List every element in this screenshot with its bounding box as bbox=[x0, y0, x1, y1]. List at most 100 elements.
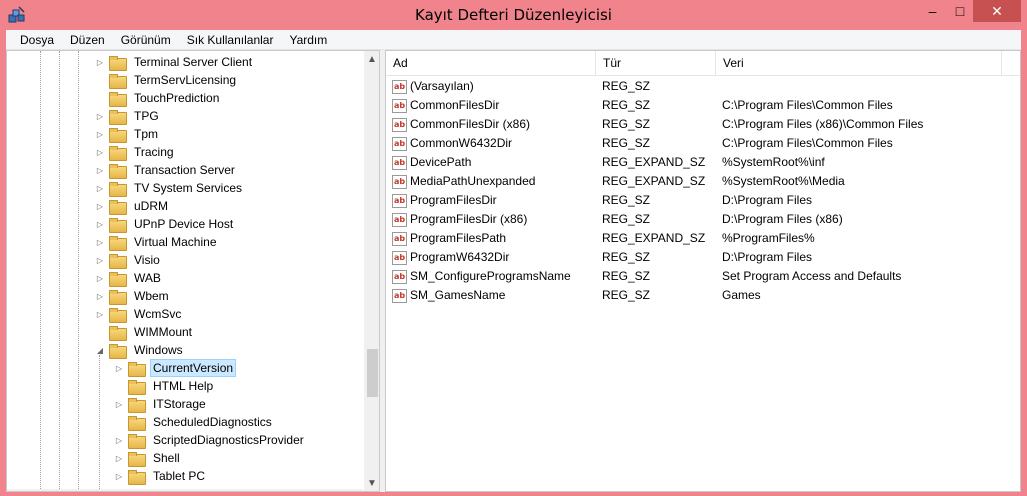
expand-arrow-icon[interactable]: ▷ bbox=[114, 449, 124, 467]
value-row[interactable]: ab CommonFilesDir (x86) REG_SZ C:\Program F… bbox=[386, 115, 1002, 134]
value-type: REG_SZ bbox=[602, 288, 651, 302]
tree-horizontal-scrollbar[interactable] bbox=[7, 489, 363, 491]
tree-item[interactable]: ▷ UPnP Device Host bbox=[95, 215, 236, 233]
menu-yardim[interactable]: Yardım bbox=[281, 30, 335, 50]
folder-icon bbox=[109, 163, 127, 179]
value-row[interactable]: ab ProgramFilesDir (x86) REG_SZ D:\Program … bbox=[386, 210, 1002, 229]
value-name: SM_GamesName bbox=[410, 288, 506, 302]
value-row[interactable]: ab SM_ConfigureProgramsName REG_SZ Set Prog… bbox=[386, 267, 1002, 286]
tree-item[interactable]: ▷ Tracing bbox=[95, 143, 177, 161]
column-header-type[interactable]: Tür bbox=[596, 51, 716, 76]
expand-arrow-icon[interactable]: ▷ bbox=[95, 305, 105, 323]
expand-arrow-icon[interactable]: ▷ bbox=[95, 251, 105, 269]
value-type: REG_SZ bbox=[602, 269, 651, 283]
expand-arrow-icon[interactable]: ▷ bbox=[95, 143, 105, 161]
tree-item[interactable]: ▷ Transaction Server bbox=[95, 161, 238, 179]
value-row[interactable]: ab ProgramW6432Dir REG_SZ D:\Program Files bbox=[386, 248, 1002, 267]
scroll-thumb[interactable] bbox=[367, 349, 378, 397]
tree-item[interactable]: ▷ Virtual Machine bbox=[95, 233, 220, 251]
tree-item-label: Wbem bbox=[134, 289, 169, 303]
tree-item[interactable]: WIMMount bbox=[95, 323, 195, 341]
tree-guide-line bbox=[59, 51, 60, 491]
tree-item[interactable]: ▷ ITStorage bbox=[114, 395, 209, 413]
value-row[interactable]: ab CommonFilesDir REG_SZ C:\Program Files\C… bbox=[386, 96, 1002, 115]
tree-item[interactable]: TouchPrediction bbox=[95, 89, 222, 107]
expand-arrow-icon[interactable]: ▷ bbox=[95, 125, 105, 143]
folder-icon bbox=[109, 325, 127, 341]
folder-icon bbox=[128, 415, 146, 431]
title-bar[interactable]: Kayıt Defteri Düzenleyicisi – □ ✕ bbox=[0, 0, 1027, 30]
menu-bar: Dosya Düzen Görünüm Sık Kullanılanlar Ya… bbox=[6, 30, 1021, 50]
expand-arrow-icon[interactable]: ▷ bbox=[95, 233, 105, 251]
value-name: ProgramFilesDir (x86) bbox=[410, 212, 528, 226]
tree-item[interactable]: ◢ Windows bbox=[95, 341, 186, 359]
expand-arrow-icon[interactable]: ▷ bbox=[95, 197, 105, 215]
collapse-arrow-icon[interactable]: ◢ bbox=[95, 341, 105, 359]
menu-gorunum[interactable]: Görünüm bbox=[113, 30, 179, 50]
tree-item-label: CurrentVersion bbox=[150, 359, 237, 377]
expand-arrow-icon[interactable]: ▷ bbox=[95, 107, 105, 125]
tree-guide-line bbox=[99, 355, 100, 491]
tree-item[interactable]: ▷ TV System Services bbox=[95, 179, 245, 197]
value-row[interactable]: ab ProgramFilesDir REG_SZ D:\Program Files bbox=[386, 191, 1002, 210]
tree-item[interactable]: ▷ Shell bbox=[114, 449, 183, 467]
tree-item[interactable]: ScheduledDiagnostics bbox=[114, 413, 275, 431]
tree-item[interactable]: ▷ Tablet PC bbox=[114, 467, 208, 485]
tree-item-label: TV System Services bbox=[134, 181, 243, 195]
value-row[interactable]: ab DevicePath REG_EXPAND_SZ %SystemRoot%\in… bbox=[386, 153, 1002, 172]
expand-arrow-icon[interactable]: ▷ bbox=[95, 269, 105, 287]
value-name-cell: ab ProgramW6432Dir bbox=[392, 248, 509, 267]
expand-arrow-icon[interactable]: ▷ bbox=[114, 395, 124, 413]
scroll-up-arrow-icon[interactable]: ▲ bbox=[364, 51, 379, 67]
string-value-icon: ab bbox=[392, 136, 407, 151]
tree-vertical-scrollbar[interactable]: ▲ ▼ bbox=[364, 51, 379, 491]
expand-arrow-icon[interactable]: ▷ bbox=[114, 431, 124, 449]
folder-icon bbox=[128, 451, 146, 467]
folder-icon bbox=[109, 253, 127, 269]
value-row[interactable]: ab ProgramFilesPath REG_EXPAND_SZ %ProgramF… bbox=[386, 229, 1002, 248]
tree-guide-line bbox=[40, 51, 41, 491]
expand-arrow-icon[interactable]: ▷ bbox=[95, 287, 105, 305]
column-header-name[interactable]: Ad bbox=[386, 51, 596, 76]
tree-item[interactable]: ▷ Visio bbox=[95, 251, 163, 269]
tree-item[interactable]: HTML Help bbox=[114, 377, 216, 395]
value-name-cell: ab MediaPathUnexpanded bbox=[392, 172, 535, 191]
value-row[interactable]: ab (Varsayılan) REG_SZ bbox=[386, 77, 1002, 96]
folder-icon bbox=[109, 73, 127, 89]
expand-arrow-icon[interactable]: ▷ bbox=[95, 215, 105, 233]
close-button[interactable]: ✕ bbox=[973, 0, 1021, 22]
expand-arrow-icon[interactable]: ▷ bbox=[114, 359, 124, 377]
tree-item[interactable]: ▷ Wbem bbox=[95, 287, 172, 305]
expand-arrow-icon[interactable]: ▷ bbox=[95, 161, 105, 179]
tree-item[interactable]: ▷ ScriptedDiagnosticsProvider bbox=[114, 431, 307, 449]
tree-item[interactable]: ▷ WAB bbox=[95, 269, 164, 287]
folder-icon bbox=[109, 91, 127, 107]
tree-item[interactable]: ▷ Tpm bbox=[95, 125, 161, 143]
string-value-icon: ab bbox=[392, 250, 407, 265]
menu-sik-kullanilanlar[interactable]: Sık Kullanılanlar bbox=[179, 30, 282, 50]
value-row[interactable]: ab SM_GamesName REG_SZ Games bbox=[386, 286, 1002, 305]
expand-arrow-icon[interactable]: ▷ bbox=[95, 53, 105, 71]
expand-arrow-icon[interactable]: ▷ bbox=[114, 467, 124, 485]
tree-item[interactable]: ▷ WcmSvc bbox=[95, 305, 184, 323]
column-header-data[interactable]: Veri bbox=[716, 51, 1002, 76]
expand-arrow-icon[interactable]: ▷ bbox=[95, 179, 105, 197]
value-name-cell: ab ProgramFilesDir (x86) bbox=[392, 210, 527, 229]
tree-item[interactable]: ▷ CurrentVersion bbox=[114, 359, 237, 377]
menu-dosya[interactable]: Dosya bbox=[12, 30, 62, 50]
tree-item[interactable]: ▷ TPG bbox=[95, 107, 162, 125]
values-list-pane[interactable]: Ad Tür Veri ab (Varsayılan) REG_SZ ab Common… bbox=[385, 50, 1021, 492]
tree-item[interactable]: TermServLicensing bbox=[95, 71, 239, 89]
menu-duzen[interactable]: Düzen bbox=[62, 30, 113, 50]
minimize-button[interactable]: – bbox=[918, 0, 947, 22]
folder-icon bbox=[109, 181, 127, 197]
tree-item[interactable]: ▷ Terminal Server Client bbox=[95, 53, 255, 71]
value-row[interactable]: ab CommonW6432Dir REG_SZ C:\Program Files\C… bbox=[386, 134, 1002, 153]
tree-item-label: HTML Help bbox=[153, 379, 214, 393]
maximize-button[interactable]: □ bbox=[947, 0, 973, 22]
registry-tree-pane[interactable]: ▷ Terminal Server Client TermServLicensing… bbox=[6, 50, 380, 492]
value-row[interactable]: ab MediaPathUnexpanded REG_EXPAND_SZ %Syste… bbox=[386, 172, 1002, 191]
tree-item[interactable]: ▷ uDRM bbox=[95, 197, 171, 215]
scroll-down-arrow-icon[interactable]: ▼ bbox=[364, 475, 379, 491]
